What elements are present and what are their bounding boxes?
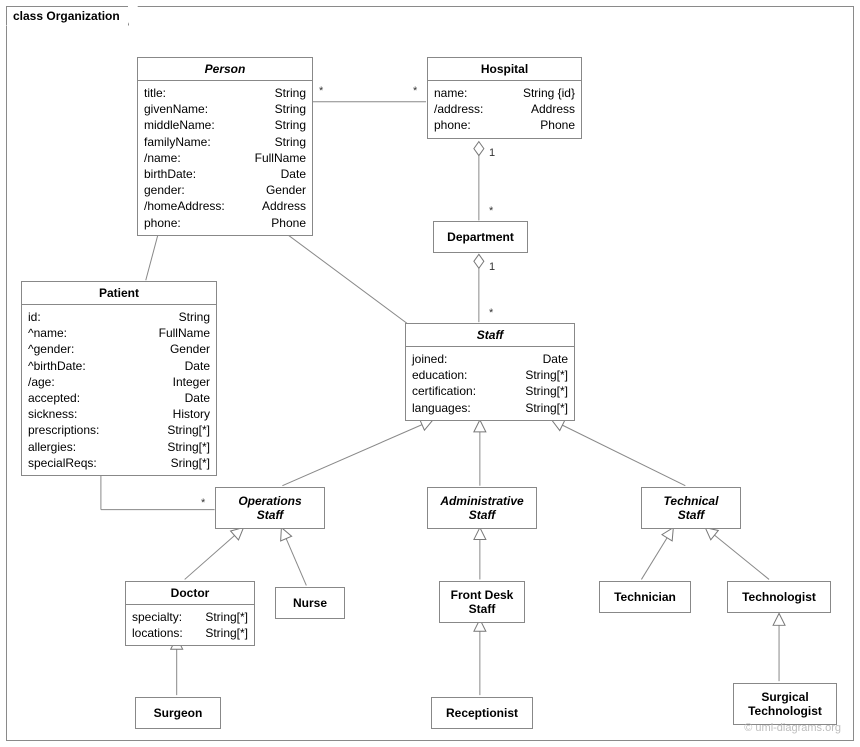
mult-person-hospital-left: * [319, 85, 323, 97]
class-doctor-title: Doctor [126, 582, 254, 605]
class-operations-staff: OperationsStaff [215, 487, 325, 529]
class-technologist-title: Technologist [728, 582, 830, 612]
class-receptionist: Receptionist [431, 697, 533, 729]
class-front-desk-staff: Front DeskStaff [439, 581, 525, 623]
class-surgeon: Surgeon [135, 697, 221, 729]
mult-person-hospital-right: * [413, 85, 417, 97]
credit-text: © uml-diagrams.org [744, 722, 841, 734]
class-person-title: Person [138, 58, 312, 81]
mult-dept-staff-many: * [489, 307, 493, 319]
class-doctor: Doctor specialty:String[*] locations:Str… [125, 581, 255, 646]
class-person: Person title:String givenName:String mid… [137, 57, 313, 236]
class-nurse-title: Nurse [276, 588, 344, 618]
class-patient-title: Patient [22, 282, 216, 305]
class-person-body: title:String givenName:String middleName… [138, 81, 312, 235]
class-hospital-body: name:String {id} /address:Address phone:… [428, 81, 581, 138]
diagram-frame: class Organization [0, 0, 860, 747]
class-patient: Patient id:String ^name:FullName ^gender… [21, 281, 217, 476]
class-doctor-body: specialty:String[*] locations:String[*] [126, 605, 254, 645]
mult-hospital-dept-1: 1 [489, 147, 495, 159]
class-technician-title: Technician [600, 582, 690, 612]
frame-title: class Organization [6, 6, 129, 26]
class-surgical-technologist: SurgicalTechnologist [733, 683, 837, 725]
mult-patient-ops-o: * [201, 497, 205, 509]
class-department-title: Department [434, 222, 527, 252]
mult-hospital-dept-many: * [489, 205, 493, 217]
class-hospital: Hospital name:String {id} /address:Addre… [427, 57, 582, 139]
class-technician: Technician [599, 581, 691, 613]
class-surgical-technologist-title: SurgicalTechnologist [734, 684, 836, 724]
class-hospital-title: Hospital [428, 58, 581, 81]
class-receptionist-title: Receptionist [432, 698, 532, 728]
class-operations-staff-title: OperationsStaff [216, 488, 324, 528]
class-patient-body: id:String ^name:FullName ^gender:Gender … [22, 305, 216, 475]
class-front-desk-staff-title: Front DeskStaff [440, 582, 524, 622]
class-technologist: Technologist [727, 581, 831, 613]
class-technical-staff: TechnicalStaff [641, 487, 741, 529]
class-staff: Staff joined:Date education:String[*] ce… [405, 323, 575, 421]
class-administrative-staff-title: AdministrativeStaff [428, 488, 536, 528]
mult-dept-staff-1: 1 [489, 261, 495, 273]
class-technical-staff-title: TechnicalStaff [642, 488, 740, 528]
class-staff-body: joined:Date education:String[*] certific… [406, 347, 574, 420]
class-department: Department [433, 221, 528, 253]
class-administrative-staff: AdministrativeStaff [427, 487, 537, 529]
outer-border: class Organization [6, 6, 854, 741]
class-nurse: Nurse [275, 587, 345, 619]
class-staff-title: Staff [406, 324, 574, 347]
class-surgeon-title: Surgeon [136, 698, 220, 728]
